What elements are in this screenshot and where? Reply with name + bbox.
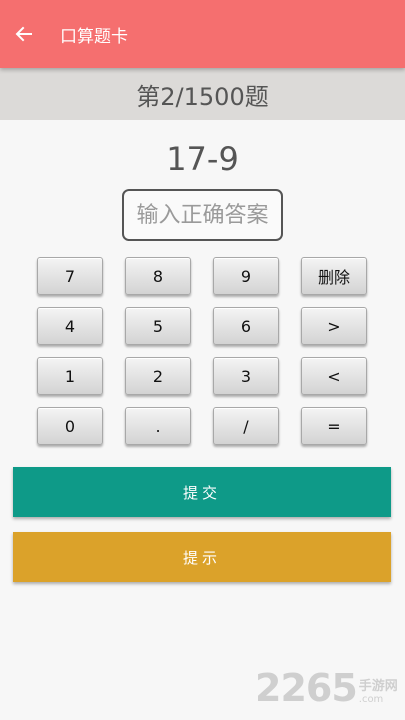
watermark-en: .com [358,694,384,705]
key-equals[interactable]: = [301,407,367,445]
answer-input[interactable] [122,189,283,241]
app-title: 口算题卡 [60,26,128,47]
key-7[interactable]: 7 [37,257,103,295]
key-9[interactable]: 9 [213,257,279,295]
key-3[interactable]: 3 [213,357,279,395]
key-1[interactable]: 1 [37,357,103,395]
progress-header: 第2/1500题 [0,68,405,120]
watermark-cn: 手游网 [358,679,398,694]
key-2[interactable]: 2 [125,357,191,395]
key-0[interactable]: 0 [37,407,103,445]
app-bar: 口算题卡 [0,0,405,68]
key-5[interactable]: 5 [125,307,191,345]
key-slash[interactable]: / [213,407,279,445]
key-8[interactable]: 8 [125,257,191,295]
key-less-than[interactable]: < [301,357,367,395]
hint-button[interactable]: 提示 [13,532,391,582]
key-6[interactable]: 6 [213,307,279,345]
question-counter: 第2/1500题 [136,82,269,111]
watermark-number: 2265 [255,666,358,710]
key-delete[interactable]: 删除 [301,257,367,295]
watermark-logo: 2265 手游网 .com [255,666,398,710]
arrow-left-icon[interactable] [13,23,35,45]
key-greater-than[interactable]: > [301,307,367,345]
submit-button[interactable]: 提交 [13,467,391,517]
key-4[interactable]: 4 [37,307,103,345]
question-expression: 17-9 [166,140,239,178]
key-dot[interactable]: . [125,407,191,445]
